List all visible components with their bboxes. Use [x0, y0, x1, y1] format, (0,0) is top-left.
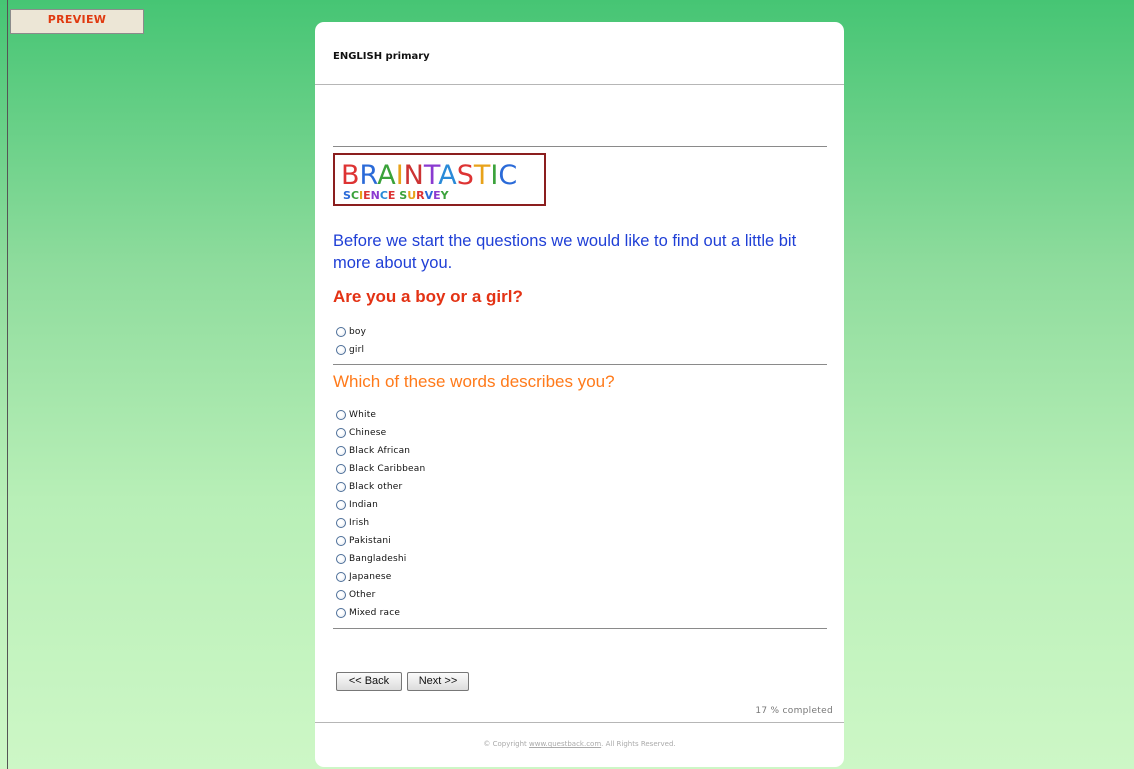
radio-button[interactable]: [336, 554, 346, 564]
option-bangladeshi[interactable]: Bangladeshi: [336, 551, 406, 567]
survey-name: ENGLISH primary: [333, 51, 430, 62]
survey-card: ENGLISH primary BRAINTASTIC SCIENCE SURV…: [315, 22, 844, 767]
option-black-other[interactable]: Black other: [336, 479, 402, 495]
option-label: Chinese: [349, 428, 387, 438]
option-black-african[interactable]: Black African: [336, 443, 410, 459]
questback-link[interactable]: www.questback.com: [529, 740, 601, 748]
option-label: Other: [349, 590, 376, 600]
question-ethnicity: Which of these words describes you?: [333, 372, 615, 391]
option-black-caribbean[interactable]: Black Caribbean: [336, 461, 425, 477]
window-left-border: [7, 0, 8, 769]
divider: [333, 146, 827, 147]
radio-button[interactable]: [336, 428, 346, 438]
intro-text: Before we start the questions we would l…: [333, 232, 797, 272]
question-gender: Are you a boy or a girl?: [333, 287, 523, 306]
option-pakistani[interactable]: Pakistani: [336, 533, 391, 549]
braintastic-logo: BRAINTASTIC SCIENCE SURVEY: [333, 153, 546, 206]
radio-button[interactable]: [336, 518, 346, 528]
option-indian[interactable]: Indian: [336, 497, 378, 513]
radio-button[interactable]: [336, 590, 346, 600]
option-japanese[interactable]: Japanese: [336, 569, 391, 585]
option-label: Black other: [349, 482, 403, 492]
option-mixed-race[interactable]: Mixed race: [336, 605, 400, 621]
option-label: boy: [349, 327, 367, 337]
divider: [333, 364, 827, 365]
logo-line2: SCIENCE SURVEY: [343, 189, 450, 202]
option-label: Black Caribbean: [349, 464, 426, 474]
radio-button[interactable]: [336, 410, 346, 420]
option-label: Irish: [349, 518, 370, 528]
option-boy[interactable]: boy: [336, 324, 366, 340]
option-label: Pakistani: [349, 536, 391, 546]
copyright-prefix: © Copyright: [483, 740, 530, 748]
radio-button[interactable]: [336, 500, 346, 510]
option-label: White: [349, 410, 377, 420]
radio-button[interactable]: [336, 536, 346, 546]
card-header: ENGLISH primary: [315, 22, 844, 85]
option-label: Black African: [349, 446, 411, 456]
back-button[interactable]: << Back: [336, 672, 402, 691]
radio-button[interactable]: [336, 464, 346, 474]
preview-badge: PREVIEW: [10, 9, 144, 34]
option-label: Indian: [349, 500, 378, 510]
option-girl[interactable]: girl: [336, 342, 364, 358]
radio-button[interactable]: [336, 572, 346, 582]
option-irish[interactable]: Irish: [336, 515, 369, 531]
radio-button[interactable]: [336, 482, 346, 492]
copyright-footer: © Copyright www.questback.com. All Right…: [315, 740, 844, 748]
radio-button[interactable]: [336, 327, 346, 337]
option-label: girl: [349, 345, 365, 355]
divider: [333, 628, 827, 629]
option-other[interactable]: Other: [336, 587, 376, 603]
option-label: Japanese: [349, 572, 392, 582]
option-chinese[interactable]: Chinese: [336, 425, 386, 441]
next-button[interactable]: Next >>: [407, 672, 469, 691]
option-label: Mixed race: [349, 608, 401, 618]
radio-button[interactable]: [336, 608, 346, 618]
footer-divider: [315, 722, 844, 723]
copyright-suffix: . All Rights Reserved.: [601, 740, 676, 748]
logo-line1: BRAINTASTIC: [341, 160, 517, 191]
radio-button[interactable]: [336, 345, 346, 355]
option-label: Bangladeshi: [349, 554, 407, 564]
option-white[interactable]: White: [336, 407, 376, 423]
radio-button[interactable]: [336, 446, 346, 456]
progress-text: 17 % completed: [755, 706, 833, 716]
